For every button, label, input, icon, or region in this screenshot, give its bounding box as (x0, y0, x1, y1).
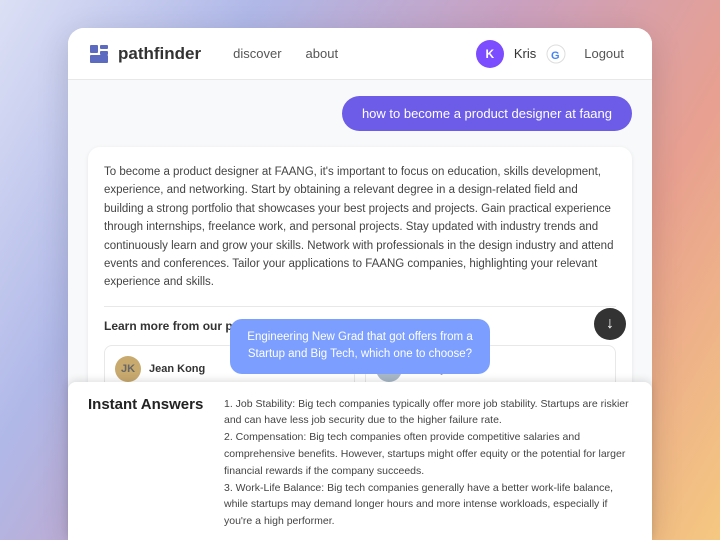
answer-point-1: 1. Job Stability: Big tech companies typ… (224, 396, 632, 430)
nav-right: K Kris G Logout (476, 40, 632, 68)
instant-answers-content: 1. Job Stability: Big tech companies typ… (224, 396, 632, 530)
pathfinder-logo-icon (88, 43, 110, 65)
logo-area: pathfinder (88, 43, 201, 65)
username-label: Kris (514, 46, 536, 61)
navbar: pathfinder discover about K Kris G Logou… (68, 28, 652, 80)
answer-point-3: 3. Work-Life Balance: Big tech companies… (224, 480, 632, 530)
nav-discover[interactable]: discover (233, 46, 281, 61)
instant-answers-bar: Instant Answers 1. Job Stability: Big te… (68, 382, 652, 540)
svg-text:G: G (551, 50, 560, 62)
response-text: To become a product designer at FAANG, i… (104, 163, 616, 292)
page-wrapper: pathfinder discover about K Kris G Logou… (0, 0, 720, 540)
google-icon: G (546, 44, 566, 64)
nav-about[interactable]: about (306, 46, 339, 61)
logo-text: pathfinder (118, 44, 201, 64)
answer-point-2: 2. Compensation: Big tech companies ofte… (224, 429, 632, 479)
ai-query-button[interactable]: how to become a product designer at faan… (342, 96, 632, 131)
nav-links: discover about (233, 46, 460, 61)
logout-button[interactable]: Logout (576, 42, 632, 65)
bottom-section: Engineering New Grad that got offers fro… (0, 319, 720, 540)
divider (104, 306, 616, 307)
question-bubble: Engineering New Grad that got offers fro… (230, 319, 490, 374)
avatar: K (476, 40, 504, 68)
instant-answers-title: Instant Answers (88, 396, 208, 413)
